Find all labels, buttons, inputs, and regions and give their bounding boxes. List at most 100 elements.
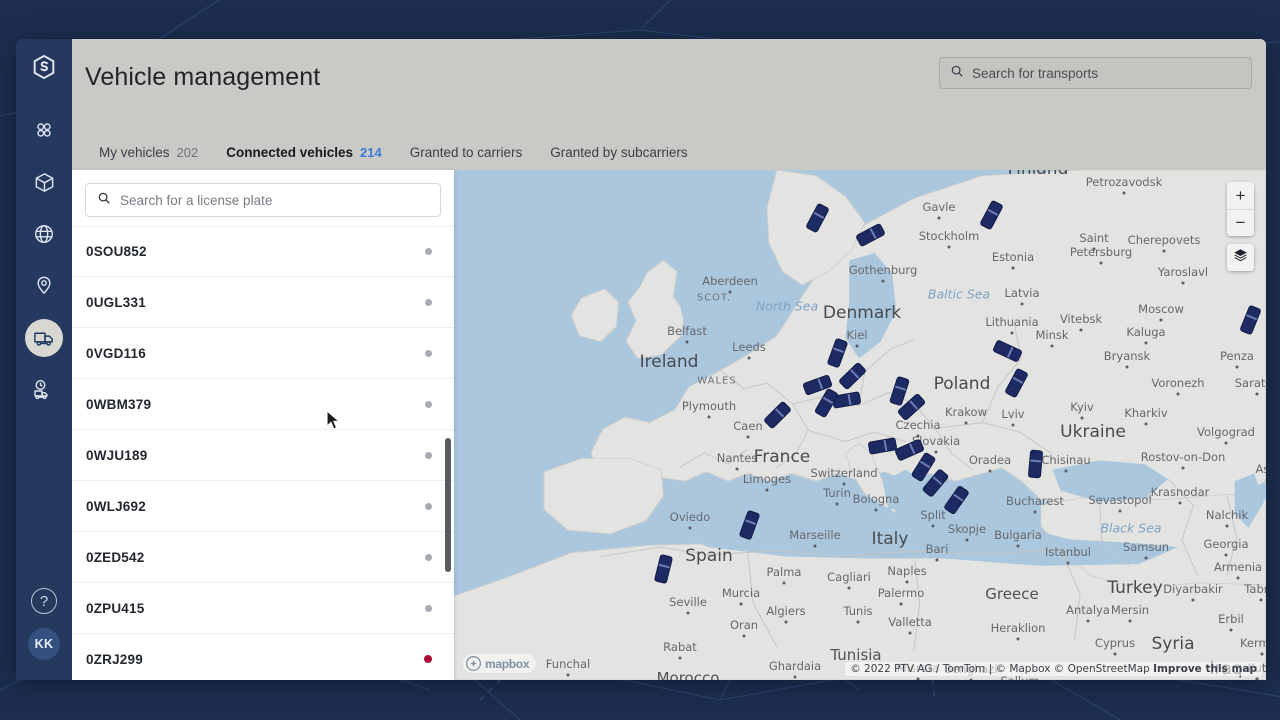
tab-granted-by-subcarriers[interactable]: Granted by subcarriers [536,145,701,173]
map-city-dot [856,620,860,624]
header: Vehicle management Search for transports [72,39,1266,134]
vehicle-plate-label: 0WBM379 [86,396,152,412]
vehicle-list-item[interactable]: 0ZED542 [72,532,454,583]
vehicle-list-item[interactable]: 0ZPU415 [72,583,454,634]
sidebar-item-vehicles[interactable] [25,319,63,357]
map-city-dot [969,678,973,680]
transport-search-input[interactable]: Search for transports [939,57,1252,89]
map-city-dot [1162,249,1166,253]
vehicle-plate-label: 0VGD116 [86,345,146,361]
map-city-dot [1125,365,1129,369]
map-city-dot [1181,466,1185,470]
sidebar-item-tracking[interactable] [25,267,63,305]
map-city-dot [765,488,769,492]
vehicle-list[interactable]: 0SOU852 0UGL331 0VGD116 0WBM379 0WJU189 0WLJ6… [72,226,454,680]
tab-connected-vehicles[interactable]: Connected vehicles 214 [212,145,396,173]
map-city-dot [1079,328,1083,332]
map-city-dot [1159,318,1163,322]
plate-search-wrapper: Search for a license plate [72,170,454,226]
vehicle-list-item[interactable]: 0WBM379 [72,379,454,430]
plate-search-input[interactable]: Search for a license plate [85,183,441,217]
vehicle-plate-label: 0ZRJ299 [86,651,143,667]
map-city-dot [988,469,992,473]
tab-label: Granted to carriers [409,145,523,160]
map-city-dot [739,602,743,606]
mapbox-logo[interactable]: mapbox [463,654,537,673]
tab-label: Connected vehicles [226,145,354,160]
status-dot-alert [424,655,432,663]
vehicle-list-item[interactable]: 0VGD116 [72,328,454,379]
vehicle-list-item[interactable]: 0UGL331 [72,277,454,328]
vehicle-list-item[interactable]: 0WLJ692 [72,481,454,532]
vehicle-list-item[interactable]: 0WJU189 [72,430,454,481]
map-city-dot [566,673,570,677]
sidebar-item-planning[interactable] [25,371,63,409]
map-city-dot [813,544,817,548]
tabs: My vehicles 202 Connected vehicles 214 G… [72,134,1266,173]
map-city-dot [1064,469,1068,473]
map-city-dot [1255,677,1259,680]
map-city-dot [1144,341,1148,345]
tab-count: 214 [360,145,382,160]
map-city-dot [1176,392,1180,396]
map-city-dot [1235,365,1239,369]
hexagon-s-logo-icon[interactable] [30,53,58,86]
sidebar-item-dashboard[interactable] [25,111,63,149]
map-city-dot [1050,344,1054,348]
plate-search-placeholder: Search for a license plate [120,192,273,208]
map-city-dot [1181,281,1185,285]
map[interactable]: Aberdeen SCOT. North Sea Denmark Kiel Belfast… [454,170,1266,680]
help-icon[interactable]: ? [31,588,57,614]
mapbox-logo-text: mapbox [485,656,530,671]
map-city-dot [1066,561,1070,565]
search-icon [950,64,964,83]
tab-label: My vehicles [99,145,170,160]
status-dot-idle [425,604,432,612]
map-controls: + − [1227,182,1254,271]
sidebar-item-network[interactable] [25,215,63,253]
tab-granted-to-carriers[interactable]: Granted to carriers [396,145,537,173]
status-dot-idle [425,248,432,255]
map-city-dot [881,279,885,283]
map-city-dot [1144,422,1148,426]
vehicle-map-marker[interactable] [1027,449,1044,479]
improve-this-map-link[interactable]: Improve this map [1153,663,1257,675]
map-city-dot [678,656,682,660]
tab-my-vehicles[interactable]: My vehicles 202 [85,145,212,173]
map-city-dot [874,508,878,512]
map-city-dot [965,538,969,542]
vehicle-plate-label: 0UGL331 [86,294,146,310]
map-city-dot [1265,478,1266,482]
map-city-dot [685,340,689,344]
vehicle-list-item[interactable]: 0ZRJ299 [72,634,454,680]
status-dot-idle [425,502,432,510]
content: Search for a license plate 0SOU852 0UGL33… [72,170,1266,680]
layers-button[interactable] [1227,244,1254,271]
vehicle-list-scrollbar[interactable] [445,438,451,572]
map-city-dot [935,558,939,562]
vehicle-plate-label: 0ZED542 [86,549,145,565]
map-city-dot [1033,510,1037,514]
map-city-dot [937,216,941,220]
map-city-dot [1225,524,1229,528]
map-city-dot [1010,331,1014,335]
map-city-dot [1255,392,1259,396]
map-city-dot [1092,247,1096,251]
avatar[interactable]: KK [28,628,60,660]
globe-icon [33,223,55,245]
vehicle-list-item[interactable]: 0SOU852 [72,226,454,277]
layers-control-group [1227,244,1254,271]
status-dot-idle [425,298,432,306]
sidebar-item-shipments[interactable] [25,163,63,201]
truck-clock-icon [32,378,56,402]
map-city-dot [847,586,851,590]
map-city-dot [1229,628,1233,632]
map-city-dot [793,675,797,679]
map-city-dot [855,344,859,348]
vehicle-plate-label: 0ZPU415 [86,600,145,616]
zoom-out-button[interactable]: − [1227,209,1254,236]
map-city-dot [688,526,692,530]
map-city-dot [1122,191,1126,195]
status-dot-idle [425,553,432,561]
zoom-in-button[interactable]: + [1227,182,1254,209]
